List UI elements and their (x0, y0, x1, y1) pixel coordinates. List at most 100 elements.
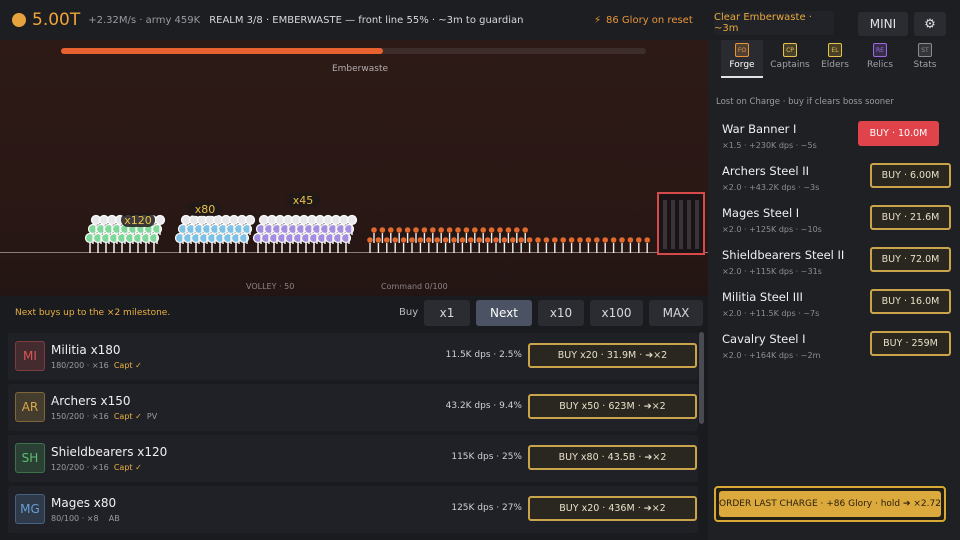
unit-badge-icon: AR (15, 392, 45, 422)
upgrade-buy-button[interactable]: BUY · 10.0M (858, 121, 939, 146)
order-last-charge-button[interactable]: ORDER LAST CHARGE · +86 Glory · hold ➔ ×… (719, 491, 941, 517)
upgrade-buy-button[interactable]: BUY · 259M (870, 331, 951, 356)
enemy-head (552, 237, 558, 243)
tab-label: Forge (729, 60, 755, 70)
upgrade-buy-button[interactable]: BUY · 16.0M (870, 289, 951, 314)
enemy-head (417, 237, 424, 243)
unit-buy-button[interactable]: BUY x20 · 31.9M · ➔×2 (528, 343, 697, 368)
upgrade-stats: ×2.0 · +125K dps · ~10s (722, 225, 822, 234)
stats-icon: ST (918, 43, 932, 57)
tab-forge[interactable]: FO Forge (721, 40, 763, 78)
upgrade-item: Archers Steel II ×2.0 · +43.2K dps · ~3s… (722, 162, 956, 202)
enemy-head (396, 227, 403, 233)
unit-sub: 120/200 · ×16 Capt ✓ (51, 463, 147, 472)
enemy-head (522, 227, 528, 233)
captain-status: Capt ✓ (113, 412, 142, 421)
tab-relics[interactable]: RE Relics (859, 40, 901, 76)
enemy-head (510, 237, 516, 243)
enemy-head (375, 237, 382, 243)
upgrade-buy-button[interactable]: BUY · 6.00M (870, 163, 951, 188)
sidebar-note: Lost on Charge · buy if clears boss soon… (716, 97, 894, 107)
tab-elders[interactable]: EL Elders (814, 40, 856, 76)
income-rate: +2.32M/s · army 459K (88, 14, 201, 26)
forge-icon: FO (735, 43, 749, 57)
upgrade-stats: ×2.0 · +164K dps · ~2m (722, 351, 821, 360)
tab-label: Stats (913, 60, 937, 70)
enemy-head (493, 237, 499, 243)
gear-icon: ⚙ (924, 16, 936, 32)
unit-badge-icon: MG (15, 494, 45, 524)
unit-list: MI Militia x180 180/200 · ×16 Capt ✓ 11.… (0, 330, 708, 540)
enemy-head (535, 237, 541, 243)
squad-count-label: x120 (124, 214, 152, 227)
enemy-head (455, 227, 461, 233)
ally-soldier-head (346, 214, 358, 226)
tab-captains[interactable]: CP Captains (766, 40, 814, 76)
enemy-head (388, 227, 394, 233)
unit-buy-button[interactable]: BUY x50 · 623M · ➔×2 (528, 394, 697, 419)
enemy-head (463, 227, 470, 233)
coin-icon (12, 13, 26, 27)
unit-row: MI Militia x180 180/200 · ×16 Capt ✓ 11.… (8, 333, 698, 380)
enemy-head (468, 237, 474, 243)
upgrade-name: Cavalry Steel I (722, 332, 806, 346)
enemy-head (379, 227, 386, 233)
buy-x100-button[interactable]: x100 (590, 300, 643, 326)
enemy-head (505, 227, 512, 233)
unit-extra: PV (146, 412, 158, 421)
settings-button[interactable]: ⚙ (914, 12, 946, 36)
enemy-head (610, 237, 617, 243)
unit-buy-button[interactable]: BUY x20 · 436M · ➔×2 (528, 496, 697, 521)
elders-icon: EL (828, 43, 842, 57)
realm-status: REALM 3/8 · EMBERWASTE — front line 55% … (209, 14, 524, 26)
enemy-head (409, 237, 415, 243)
unit-badge-icon: MI (15, 341, 45, 371)
enemy-head (430, 227, 436, 233)
enemy-head (514, 227, 520, 233)
unit-name: Shieldbearers x120 (51, 445, 168, 459)
mini-mode-button[interactable]: MINI (858, 12, 908, 36)
upgrade-buy-button[interactable]: BUY · 72.0M (870, 247, 951, 272)
buy-next-button[interactable]: Next (476, 300, 532, 326)
order-last-charge-panel: ORDER LAST CHARGE · +86 Glory · hold ➔ ×… (714, 486, 946, 522)
unit-row: SH Shieldbearers x120 120/200 · ×16 Capt… (8, 435, 698, 482)
unit-list-scrollbar[interactable] (699, 332, 704, 424)
upgrade-name: Militia Steel III (722, 290, 803, 304)
tab-label: Elders (821, 60, 849, 70)
buy-x1-button[interactable]: x1 (424, 300, 470, 326)
upgrade-sidebar: FO Forge CP Captains EL Elders RE Relics ST … (708, 40, 960, 540)
ally-soldier-head (154, 214, 166, 226)
enemy-head (476, 237, 483, 243)
enemy-head (446, 227, 453, 233)
command-counter: Command 0/100 (381, 282, 448, 291)
enemy-head (421, 227, 428, 233)
unit-name: Archers x150 (51, 394, 131, 408)
tab-label: Relics (866, 60, 894, 70)
unit-extra: AB (108, 514, 120, 523)
upgrade-stats: ×2.0 · +115K dps · ~31s (722, 267, 822, 276)
buy-max-button[interactable]: MAX (649, 300, 703, 326)
glory-label: 86 Glory on reset (606, 14, 693, 26)
enemy-head (400, 237, 407, 243)
upgrade-stats: ×1.5 · +230K dps · ~5s (722, 141, 817, 150)
relics-icon: RE (873, 43, 887, 57)
enemy-head (518, 237, 524, 243)
enemy-head (434, 237, 441, 243)
clear-realm-button[interactable]: Clear Emberwaste · ~3m (714, 11, 834, 35)
squad-count-label: x45 (293, 194, 314, 207)
battlefield: Emberwaste x120 x80 x45 VOLLEY · 50 Comman… (0, 40, 708, 296)
enemy-head (426, 237, 432, 243)
upgrade-buy-button[interactable]: BUY · 21.6M (870, 205, 951, 230)
enemy-head (472, 227, 478, 233)
enemy-head (442, 237, 449, 243)
buy-x10-button[interactable]: x10 (538, 300, 584, 326)
enemy-head (451, 237, 457, 243)
enemy-head (367, 237, 373, 243)
tab-stats[interactable]: ST Stats (904, 40, 946, 76)
unit-badge-icon: SH (15, 443, 45, 473)
unit-name: Mages x80 (51, 496, 117, 510)
unit-sub: 80/100 · ×8 AB (51, 514, 120, 523)
enemy-head (636, 237, 642, 243)
upgrade-item: Shieldbearers Steel II ×2.0 · +115K dps … (722, 246, 956, 286)
unit-buy-button[interactable]: BUY x80 · 43.5B · ➔×2 (528, 445, 697, 470)
